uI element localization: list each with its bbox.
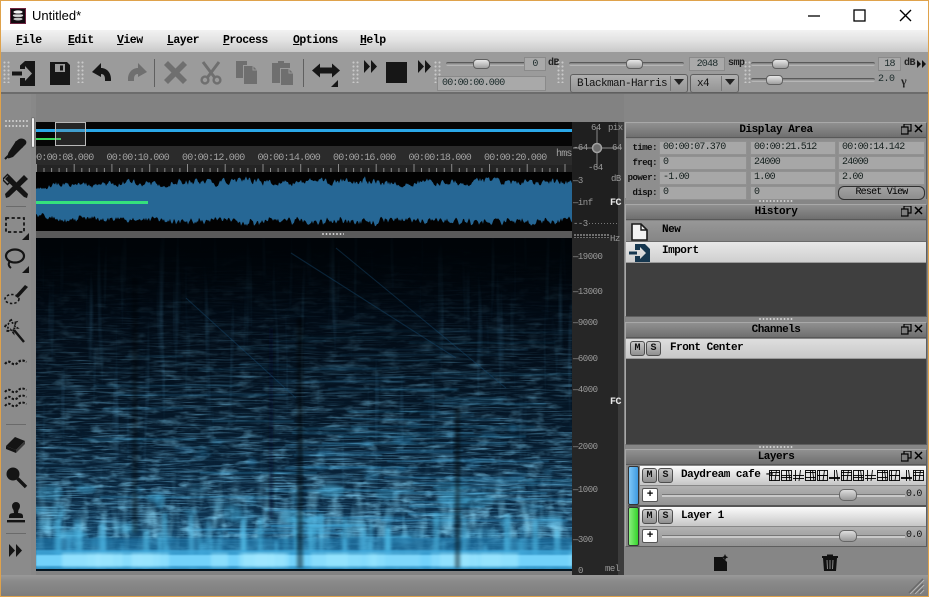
svg-text:00:00:12.000: 00:00:12.000 [182, 153, 245, 164]
svg-text:00:00:14.000: 00:00:14.000 [258, 153, 321, 164]
svg-text:00:00:18.000: 00:00:18.000 [409, 153, 472, 164]
svg-text:00:00:20.000: 00:00:20.000 [484, 153, 547, 164]
svg-text:00:00:16.000: 00:00:16.000 [333, 153, 396, 164]
svg-text:00:00:10.000: 00:00:10.000 [107, 153, 170, 164]
svg-text:hms: hms [556, 148, 572, 160]
svg-text:00:00:08.000: 00:00:08.000 [36, 153, 94, 164]
